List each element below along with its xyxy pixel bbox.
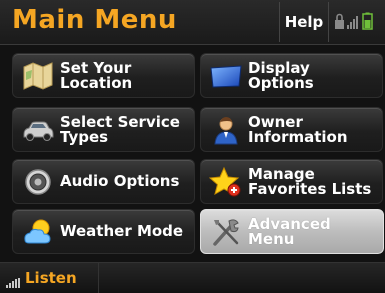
- display-options-button[interactable]: Display Options: [200, 53, 383, 98]
- display-icon: [209, 60, 243, 92]
- advanced-menu-button[interactable]: Advanced Menu: [200, 209, 384, 254]
- signal-bars-icon: [6, 273, 22, 288]
- help-button[interactable]: Help: [279, 2, 329, 42]
- person-icon: [209, 114, 243, 146]
- advanced-menu-label: Advanced Menu: [248, 214, 331, 248]
- signal-bars-icon: [347, 16, 358, 29]
- tools-icon: [209, 216, 243, 248]
- set-location-button[interactable]: Set Your Location: [12, 53, 195, 98]
- manage-favorites-button[interactable]: Manage Favorites Lists: [200, 159, 383, 204]
- lock-icon: [335, 13, 344, 29]
- status-area: [333, 12, 381, 32]
- weather-mode-label: Weather Mode: [60, 222, 184, 240]
- speaker-icon: [21, 166, 55, 198]
- weather-mode-button[interactable]: Weather Mode: [12, 209, 195, 254]
- owner-information-label: Owner Information: [248, 112, 348, 146]
- footer-bar: Listen: [0, 262, 385, 293]
- manage-favorites-label: Manage Favorites Lists: [248, 164, 372, 198]
- display-options-label: Display Options: [248, 58, 314, 92]
- audio-options-button[interactable]: Audio Options: [12, 159, 195, 204]
- owner-information-button[interactable]: Owner Information: [200, 107, 383, 152]
- page-title: Main Menu: [12, 5, 177, 35]
- listen-button[interactable]: Listen: [0, 263, 99, 293]
- header-bar: Main Menu Help: [0, 0, 385, 45]
- weather-icon: [21, 216, 55, 248]
- battery-icon: [362, 12, 373, 30]
- set-location-label: Set Your Location: [60, 58, 133, 92]
- select-service-types-button[interactable]: Select Service Types: [12, 107, 195, 152]
- star-plus-icon: [208, 166, 243, 198]
- map-icon: [21, 60, 55, 92]
- listen-label: Listen: [25, 269, 77, 287]
- car-icon: [21, 114, 55, 146]
- select-service-types-label: Select Service Types: [60, 112, 180, 146]
- audio-options-label: Audio Options: [60, 172, 180, 190]
- main-menu-screen: Main Menu Help Set Your Location Display…: [0, 0, 385, 293]
